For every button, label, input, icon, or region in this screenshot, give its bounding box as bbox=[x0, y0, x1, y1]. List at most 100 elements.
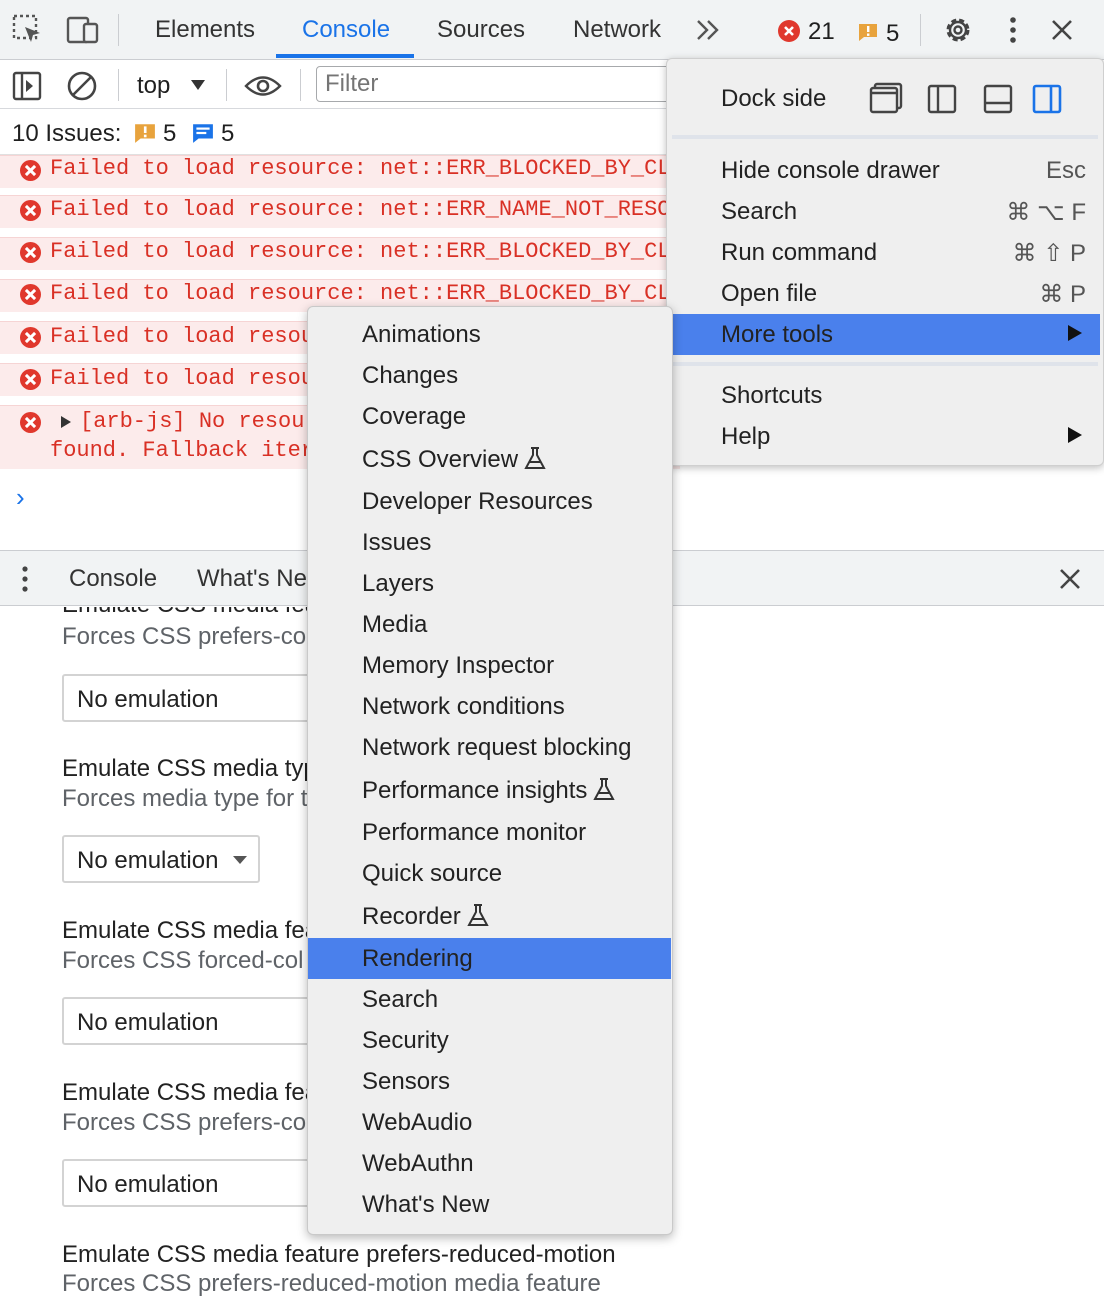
setting-title: Emulate CSS media fea bbox=[62, 607, 318, 619]
setting-title: Emulate CSS media feature prefers-reduce… bbox=[62, 1241, 616, 1268]
dock-side-label: Dock side bbox=[721, 85, 827, 112]
tool-issues[interactable]: Issues bbox=[362, 529, 431, 557]
error-icon bbox=[20, 327, 41, 348]
warning-count[interactable]: 5 bbox=[886, 20, 899, 48]
tab-sources[interactable]: Sources bbox=[437, 16, 525, 44]
setting-title: Emulate CSS media fea bbox=[62, 917, 319, 944]
tool-animations[interactable]: Animations bbox=[362, 321, 481, 349]
experimental-flask-icon bbox=[593, 778, 616, 800]
select-value: No emulation bbox=[77, 1171, 219, 1198]
tool-label: Performance insights bbox=[362, 777, 588, 804]
tool-label: CSS Overview bbox=[362, 446, 519, 473]
error-icon bbox=[20, 412, 41, 433]
setting-title: Emulate CSS media fea bbox=[62, 1079, 319, 1106]
experimental-flask-icon bbox=[524, 447, 546, 469]
tool-coverage[interactable]: Coverage bbox=[362, 403, 466, 431]
menu-item-more-tools[interactable]: More tools bbox=[721, 321, 833, 349]
chevron-down-icon[interactable] bbox=[190, 79, 206, 91]
drawer-tab-console[interactable]: Console bbox=[69, 565, 157, 593]
tab-console[interactable]: Console bbox=[302, 16, 390, 44]
warning-count-icon[interactable] bbox=[858, 22, 878, 42]
dock-left-icon[interactable] bbox=[927, 84, 957, 114]
tool-webauthn[interactable]: WebAuthn bbox=[362, 1150, 474, 1178]
context-selector[interactable]: top bbox=[137, 72, 170, 100]
issues-info-count: 5 bbox=[221, 120, 235, 147]
device-toolbar-icon[interactable] bbox=[66, 16, 100, 44]
error-count[interactable]: 21 bbox=[808, 18, 835, 46]
console-prompt[interactable]: › bbox=[16, 482, 25, 513]
tool-layers[interactable]: Layers bbox=[362, 570, 434, 598]
error-text: Failed to load resource: net::ERR_BLOCKE… bbox=[50, 281, 671, 306]
error-icon bbox=[20, 160, 41, 181]
emulation-select[interactable]: No emulation bbox=[62, 1159, 322, 1207]
tool-search[interactable]: Search bbox=[362, 986, 438, 1014]
menu-item-help[interactable]: Help bbox=[721, 423, 770, 451]
toolbar-divider bbox=[118, 14, 119, 46]
issues-label: 10 Issues: bbox=[12, 120, 122, 147]
more-tabs-chevron-icon[interactable] bbox=[694, 17, 722, 43]
setting-description: Forces CSS prefers-co bbox=[62, 1109, 307, 1136]
setting-description: Forces media type for t bbox=[62, 785, 308, 812]
close-devtools-icon[interactable] bbox=[1050, 18, 1074, 42]
setting-description: Forces CSS prefers-co bbox=[62, 623, 307, 650]
menu-item-open-file[interactable]: Open file bbox=[721, 280, 817, 308]
info-message-icon bbox=[192, 122, 214, 144]
tool-rendering[interactable]: Rendering bbox=[362, 945, 473, 973]
console-error-message[interactable]: Failed to load resource: net::ERR_NAME_N… bbox=[0, 195, 680, 228]
live-expression-eye-icon[interactable] bbox=[244, 73, 282, 99]
error-count-icon[interactable] bbox=[778, 20, 800, 42]
tool-css-overview[interactable]: CSS Overview bbox=[362, 446, 546, 474]
tool-whats-new[interactable]: What's New bbox=[362, 1191, 489, 1219]
menu-item-hide-console-drawer[interactable]: Hide console drawer bbox=[721, 157, 940, 185]
menu-separator bbox=[672, 362, 1098, 366]
tab-elements[interactable]: Elements bbox=[155, 16, 255, 44]
more-options-kebab-icon[interactable] bbox=[1004, 16, 1022, 44]
tool-sensors[interactable]: Sensors bbox=[362, 1068, 450, 1096]
emulation-select[interactable]: No emulation bbox=[62, 997, 322, 1045]
menu-item-run-command[interactable]: Run command bbox=[721, 239, 877, 267]
error-text: Failed to load resou bbox=[50, 324, 315, 349]
gear-icon[interactable] bbox=[942, 14, 974, 46]
undock-window-icon[interactable] bbox=[869, 82, 903, 114]
inspect-element-icon[interactable] bbox=[12, 14, 44, 46]
toolbar-divider bbox=[920, 14, 921, 46]
select-value: No emulation bbox=[77, 686, 219, 713]
error-icon bbox=[20, 369, 41, 390]
tool-quick-source[interactable]: Quick source bbox=[362, 860, 502, 888]
tool-recorder[interactable]: Recorder bbox=[362, 903, 489, 931]
tool-security[interactable]: Security bbox=[362, 1027, 449, 1055]
dock-right-icon[interactable] bbox=[1032, 84, 1062, 114]
toolbar-divider bbox=[118, 69, 119, 101]
close-drawer-icon[interactable] bbox=[1058, 567, 1082, 591]
emulation-select[interactable]: No emulation bbox=[62, 674, 322, 722]
drawer-menu-kebab-icon[interactable] bbox=[18, 565, 32, 593]
tool-changes[interactable]: Changes bbox=[362, 362, 458, 390]
active-tab-indicator bbox=[276, 54, 414, 58]
tool-webaudio[interactable]: WebAudio bbox=[362, 1109, 472, 1137]
tool-media[interactable]: Media bbox=[362, 611, 427, 639]
tab-network[interactable]: Network bbox=[573, 16, 661, 44]
setting-description: Forces CSS prefers-reduced-motion media … bbox=[62, 1270, 601, 1296]
warning-icon bbox=[134, 122, 156, 144]
tool-network-conditions[interactable]: Network conditions bbox=[362, 693, 565, 721]
tool-performance-insights[interactable]: Performance insights bbox=[362, 777, 616, 805]
menu-item-shortcuts[interactable]: Shortcuts bbox=[721, 382, 822, 410]
console-filter-input[interactable] bbox=[316, 66, 676, 102]
emulation-select[interactable]: No emulation bbox=[62, 835, 260, 883]
dock-bottom-icon[interactable] bbox=[983, 84, 1013, 114]
tool-performance-monitor[interactable]: Performance monitor bbox=[362, 819, 586, 847]
select-value: No emulation bbox=[77, 847, 219, 874]
show-sidebar-icon[interactable] bbox=[12, 71, 42, 101]
toolbar-divider bbox=[226, 69, 227, 101]
toolbar-divider bbox=[300, 69, 301, 101]
console-error-message[interactable]: Failed to load resource: net::ERR_BLOCKE… bbox=[0, 237, 680, 270]
tool-memory-inspector[interactable]: Memory Inspector bbox=[362, 652, 554, 680]
clear-console-icon[interactable] bbox=[66, 70, 98, 102]
tool-developer-resources[interactable]: Developer Resources bbox=[362, 488, 593, 516]
setting-description: Forces CSS forced-col bbox=[62, 947, 304, 974]
expand-triangle-icon[interactable] bbox=[60, 415, 72, 429]
console-error-message[interactable]: Failed to load resource: net::ERR_BLOCKE… bbox=[0, 155, 680, 188]
drawer-tab-whats-new[interactable]: What's Ne bbox=[197, 565, 307, 593]
menu-item-search[interactable]: Search bbox=[721, 198, 797, 226]
tool-network-request-blocking[interactable]: Network request blocking bbox=[362, 734, 631, 762]
